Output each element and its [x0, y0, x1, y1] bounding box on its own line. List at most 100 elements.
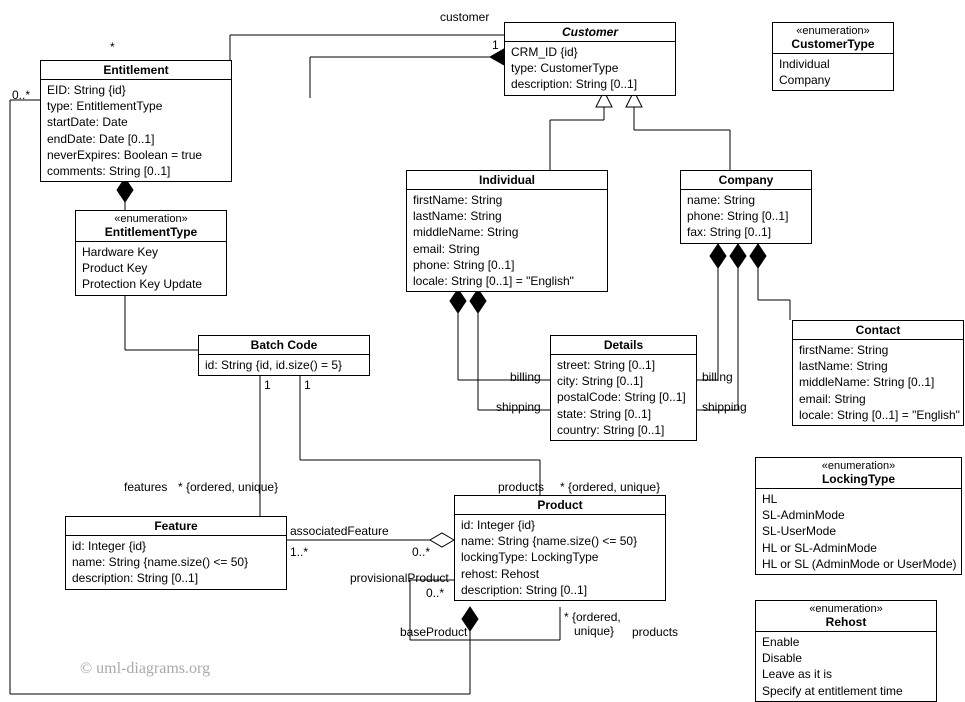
label-billing-l: billing	[510, 370, 541, 384]
attr: city: String [0..1]	[557, 373, 690, 389]
class-body: HL SL-AdminMode SL-UserMode HL or SL-Adm…	[756, 489, 961, 574]
class-body: Hardware Key Product Key Protection Key …	[76, 242, 226, 295]
class-entitlement-type: «enumeration» EntitlementType Hardware K…	[75, 210, 227, 296]
class-body: Individual Company	[773, 54, 893, 90]
attr: postalCode: String [0..1]	[557, 389, 690, 405]
attr: phone: String [0..1]	[413, 257, 601, 273]
attr: EID: String {id}	[47, 82, 225, 98]
class-title: Feature	[66, 517, 286, 536]
label-provisional: provisionalProduct	[350, 571, 449, 585]
attr: startDate: Date	[47, 114, 225, 130]
class-contact: Contact firstName: String lastName: Stri…	[792, 320, 964, 426]
attr: Leave as it is	[762, 666, 930, 682]
class-title: Batch Code	[199, 336, 369, 355]
class-body: id: Integer {id} name: String {name.size…	[455, 515, 665, 600]
name: CustomerType	[791, 37, 874, 51]
attr: fax: String [0..1]	[687, 224, 805, 240]
attr: country: String [0..1]	[557, 422, 690, 438]
attr: Enable	[762, 634, 930, 650]
attr: name: String {name.size() <= 50}	[461, 533, 659, 549]
attr: id: String {id, id.size() = 5}	[205, 357, 363, 373]
class-title: «enumeration» Rehost	[756, 601, 936, 632]
stereotype: «enumeration»	[82, 213, 220, 225]
attr: SL-UserMode	[762, 523, 955, 539]
attr: firstName: String	[413, 192, 601, 208]
class-title: «enumeration» CustomerType	[773, 23, 893, 54]
attr: lastName: String	[799, 358, 957, 374]
class-entitlement: Entitlement EID: String {id} type: Entit…	[40, 60, 232, 182]
attr: type: CustomerType	[511, 60, 669, 76]
attr: id: Integer {id}	[72, 538, 280, 554]
attr: lockingType: LockingType	[461, 549, 659, 565]
class-body: id: Integer {id} name: String {name.size…	[66, 536, 286, 589]
class-title: Product	[455, 496, 665, 515]
class-customer: Customer CRM_ID {id} type: CustomerType …	[504, 22, 676, 96]
class-body: Enable Disable Leave as it is Specify at…	[756, 632, 936, 701]
class-title: Details	[551, 336, 696, 355]
attr: description: String [0..1]	[461, 582, 659, 598]
label-ordered1: * {ordered, unique}	[178, 480, 278, 494]
class-individual: Individual firstName: String lastName: S…	[406, 170, 608, 292]
attr: Product Key	[82, 260, 220, 276]
class-title: Company	[681, 171, 811, 190]
attr: lastName: String	[413, 208, 601, 224]
attr: rehost: Rehost	[461, 566, 659, 582]
stereotype: «enumeration»	[762, 603, 930, 615]
name: EntitlementType	[105, 225, 197, 239]
attr: state: String [0..1]	[557, 406, 690, 422]
label-customer: customer	[440, 10, 489, 24]
attr: HL	[762, 491, 955, 507]
class-title: «enumeration» LockingType	[756, 458, 961, 489]
attr: Individual	[779, 56, 887, 72]
uml-diagram: Entitlement EID: String {id} type: Entit…	[0, 0, 965, 700]
attr: Disable	[762, 650, 930, 666]
class-body: street: String [0..1] city: String [0..1…	[551, 355, 696, 440]
label-shipping-l: shipping	[496, 400, 541, 414]
class-body: EID: String {id} type: EntitlementType s…	[41, 80, 231, 181]
class-title: Entitlement	[41, 61, 231, 80]
attr: email: String	[799, 391, 957, 407]
class-locking-type: «enumeration» LockingType HL SL-AdminMod…	[755, 457, 962, 575]
class-title: Individual	[407, 171, 607, 190]
attr: id: Integer {id}	[461, 517, 659, 533]
attr: email: String	[413, 241, 601, 257]
stereotype: «enumeration»	[779, 25, 887, 37]
name: Rehost	[826, 615, 867, 629]
name: LockingType	[822, 472, 895, 486]
attr: middleName: String [0..1]	[799, 374, 957, 390]
attr: firstName: String	[799, 342, 957, 358]
attr: HL or SL-AdminMode	[762, 540, 955, 556]
label-base-product: baseProduct	[400, 625, 467, 639]
attr: name: String {name.size() <= 50}	[72, 554, 280, 570]
label-shipping-r: shipping	[702, 400, 747, 414]
attr: CRM_ID {id}	[511, 44, 669, 60]
attr: phone: String [0..1]	[687, 208, 805, 224]
label-products2: products	[632, 625, 678, 639]
label-zero-many3: 0..*	[426, 586, 444, 600]
label-star: *	[110, 40, 115, 54]
label-products: products	[498, 480, 544, 494]
attr: HL or SL (AdminMode or UserMode)	[762, 556, 955, 572]
attr: locale: String [0..1] = "English"	[413, 273, 601, 289]
label-assoc-feature: associatedFeature	[290, 524, 389, 538]
class-title: Contact	[793, 321, 963, 340]
attr: type: EntitlementType	[47, 98, 225, 114]
attr: name: String	[687, 192, 805, 208]
attr: description: String [0..1]	[511, 76, 669, 92]
label-ordered3: * {ordered, unique}	[564, 610, 621, 638]
stereotype: «enumeration»	[762, 460, 955, 472]
class-company: Company name: String phone: String [0..1…	[680, 170, 812, 244]
class-details: Details street: String [0..1] city: Stri…	[550, 335, 697, 441]
class-batch-code: Batch Code id: String {id, id.size() = 5…	[198, 335, 370, 376]
class-rehost: «enumeration» Rehost Enable Disable Leav…	[755, 600, 937, 702]
attr: Hardware Key	[82, 244, 220, 260]
class-body: firstName: String lastName: String middl…	[407, 190, 607, 291]
label-features: features	[124, 480, 167, 494]
class-product: Product id: Integer {id} name: String {n…	[454, 495, 666, 601]
attr: description: String [0..1]	[72, 570, 280, 586]
attr: neverExpires: Boolean = true	[47, 147, 225, 163]
attr: endDate: Date [0..1]	[47, 131, 225, 147]
attr: locale: String [0..1] = "English"	[799, 407, 957, 423]
class-body: firstName: String lastName: String middl…	[793, 340, 963, 425]
attr: comments: String [0..1]	[47, 163, 225, 179]
